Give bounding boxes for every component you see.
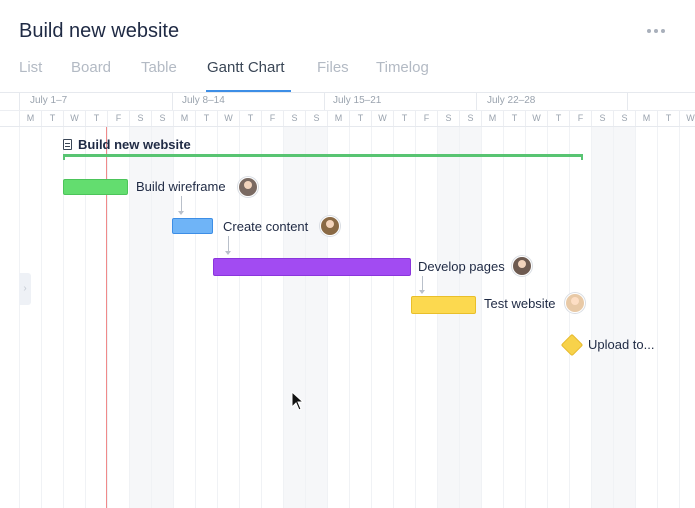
day-letter: T — [349, 111, 371, 126]
milestone-label[interactable]: Upload to... — [588, 337, 655, 352]
day-letter: S — [283, 111, 305, 126]
day-column — [657, 127, 679, 508]
day-column — [547, 127, 569, 508]
day-letter: S — [151, 111, 173, 126]
tab-gantt-chart[interactable]: Gantt Chart — [207, 59, 285, 76]
task-label[interactable]: Build wireframe — [136, 179, 226, 194]
day-column — [41, 127, 63, 508]
day-column — [437, 127, 459, 508]
day-letter: T — [41, 111, 63, 126]
day-letter: W — [217, 111, 239, 126]
day-column — [569, 127, 591, 508]
week-label: July 8–14 — [182, 95, 225, 106]
day-column — [415, 127, 437, 508]
day-letter: F — [261, 111, 283, 126]
collapse-panel-handle[interactable]: › — [19, 273, 31, 305]
task-bar-develop-pages[interactable] — [213, 258, 411, 276]
task-bar-create-content[interactable] — [172, 218, 213, 234]
day-column — [327, 127, 349, 508]
week-label: July 1–7 — [30, 95, 68, 106]
project-summary-bar[interactable] — [63, 154, 583, 160]
day-letter: T — [547, 111, 569, 126]
day-letter: S — [591, 111, 613, 126]
day-letter: T — [85, 111, 107, 126]
tab-table[interactable]: Table — [141, 59, 177, 76]
day-column — [481, 127, 503, 508]
week-separator — [324, 93, 325, 110]
task-bar-test-website[interactable] — [411, 296, 476, 314]
day-letter: T — [503, 111, 525, 126]
week-label: July 15–21 — [333, 95, 382, 106]
dependency-arrow-icon — [419, 290, 425, 294]
day-column — [635, 127, 657, 508]
day-column — [283, 127, 305, 508]
day-letter: W — [679, 111, 695, 126]
avatar[interactable] — [320, 216, 340, 236]
day-column — [261, 127, 283, 508]
day-letter: W — [525, 111, 547, 126]
task-label[interactable]: Test website — [484, 296, 556, 311]
task-label[interactable]: Develop pages — [418, 259, 505, 274]
day-letter: M — [481, 111, 503, 126]
day-letter: F — [107, 111, 129, 126]
more-options-icon[interactable] — [647, 29, 665, 33]
day-letter: F — [569, 111, 591, 126]
dependency-line — [228, 236, 229, 251]
tab-board[interactable]: Board — [71, 59, 111, 76]
day-letter: T — [657, 111, 679, 126]
day-letter: S — [129, 111, 151, 126]
header-divider — [0, 92, 695, 93]
dependency-line — [181, 196, 182, 211]
page-title: Build new website — [19, 20, 180, 42]
day-letter: S — [613, 111, 635, 126]
tab-list[interactable]: List — [19, 59, 42, 76]
day-letter: T — [195, 111, 217, 126]
day-letter: T — [239, 111, 261, 126]
day-letter: W — [63, 111, 85, 126]
day-column — [393, 127, 415, 508]
dependency-arrow-icon — [178, 211, 184, 215]
day-letter: W — [371, 111, 393, 126]
week-label: July 22–28 — [487, 95, 536, 106]
dependency-line — [422, 276, 423, 290]
day-column — [371, 127, 393, 508]
week-separator — [627, 93, 628, 110]
week-separator — [19, 93, 20, 110]
day-column — [349, 127, 371, 508]
day-column — [591, 127, 613, 508]
day-column — [613, 127, 635, 508]
day-column — [305, 127, 327, 508]
avatar[interactable] — [565, 293, 585, 313]
tab-timelog[interactable]: Timelog — [376, 59, 429, 76]
day-letter: F — [415, 111, 437, 126]
avatar[interactable] — [238, 177, 258, 197]
task-label[interactable]: Create content — [223, 219, 308, 234]
day-letter: S — [459, 111, 481, 126]
day-letter: M — [19, 111, 41, 126]
task-bar-build-wireframe[interactable] — [63, 179, 128, 195]
avatar[interactable] — [512, 256, 532, 276]
day-column — [679, 127, 695, 508]
mouse-cursor-icon — [291, 390, 305, 411]
week-separator — [172, 93, 173, 110]
day-letter: M — [635, 111, 657, 126]
day-letter: M — [327, 111, 349, 126]
tab-files[interactable]: Files — [317, 59, 349, 76]
day-column — [525, 127, 547, 508]
day-column — [503, 127, 525, 508]
day-letter: T — [393, 111, 415, 126]
day-letter: S — [437, 111, 459, 126]
project-title[interactable]: Build new website — [78, 137, 191, 152]
day-column — [19, 127, 41, 508]
dependency-arrow-icon — [225, 251, 231, 255]
week-separator — [476, 93, 477, 110]
day-letter: S — [305, 111, 327, 126]
day-column — [459, 127, 481, 508]
document-icon — [63, 139, 72, 150]
day-letter: M — [173, 111, 195, 126]
